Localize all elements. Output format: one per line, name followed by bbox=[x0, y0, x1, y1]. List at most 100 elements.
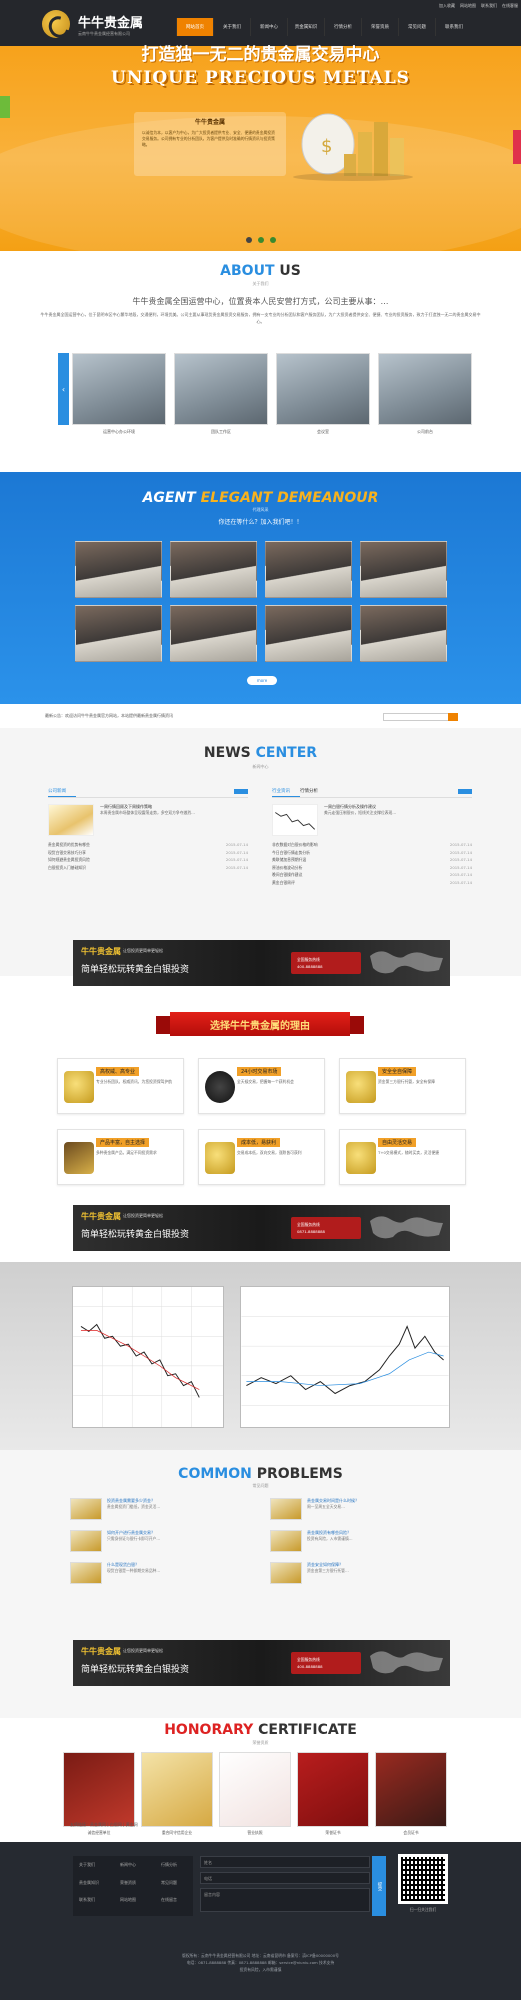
ad-banner[interactable]: 牛牛贵金属 让您投资更简单更轻松 简单轻松玩转黄金白银投资 全国服务热线 0871… bbox=[73, 1205, 450, 1251]
side-float-tab-left[interactable] bbox=[0, 96, 10, 118]
tab-industry-news[interactable]: 行业资讯 bbox=[272, 788, 300, 797]
reason-card[interactable]: 成本低，易获利 交易成本低，双向交易，涨跌皆可获利 bbox=[198, 1129, 325, 1185]
slider-dot[interactable] bbox=[246, 237, 252, 243]
news-item-title[interactable]: 晚间白银操作建议 bbox=[272, 872, 302, 880]
news-item-title[interactable]: 如何规避贵金属投资风险 bbox=[48, 857, 90, 865]
more-button[interactable] bbox=[234, 789, 248, 794]
news-item[interactable]: 贵金属投资的优势有哪些 2015-07-14 bbox=[48, 842, 248, 850]
faq-item[interactable]: 贵金属投资有哪些风险？ 投资有风险，入市需谨慎… bbox=[270, 1530, 455, 1554]
certificate-card[interactable]: 重合同守信用企业 bbox=[141, 1752, 213, 1836]
candlestick-chart-left[interactable] bbox=[72, 1286, 224, 1428]
nav-item-analysis[interactable]: 行情分析 bbox=[324, 18, 361, 36]
reason-card[interactable]: 自由灵活交易 T+0交易模式，随时买卖，灵活便捷 bbox=[339, 1129, 466, 1185]
search-input[interactable] bbox=[383, 713, 449, 721]
agent-photo[interactable] bbox=[170, 541, 257, 598]
agent-more-button[interactable]: more bbox=[247, 676, 277, 685]
news-item-title[interactable]: 现货白银交易技巧分享 bbox=[48, 850, 86, 858]
footer-link[interactable]: 关于我们 bbox=[79, 1862, 115, 1875]
nav-item-honor[interactable]: 荣誉资质 bbox=[361, 18, 398, 36]
carousel-prev-arrow[interactable]: ‹ bbox=[58, 353, 69, 425]
news-feature-title[interactable]: 一周行情回顾及下周操作策略 bbox=[100, 804, 152, 809]
nav-item-knowledge[interactable]: 贵金属知识 bbox=[287, 18, 324, 36]
agent-photo[interactable] bbox=[170, 605, 257, 662]
nav-item-faq[interactable]: 常见问题 bbox=[398, 18, 435, 36]
about-photo-card[interactable]: 运营中心办公环境 bbox=[72, 353, 166, 438]
footer-link[interactable]: 行情分析 bbox=[161, 1862, 197, 1875]
certificate-card[interactable]: 营业执照 bbox=[219, 1752, 291, 1836]
tab-market-analysis[interactable]: 行情分析 bbox=[300, 788, 328, 797]
side-float-tab-right[interactable] bbox=[513, 130, 521, 164]
slider-dot[interactable] bbox=[270, 237, 276, 243]
news-item-title[interactable]: 黄金白银周评 bbox=[272, 880, 295, 888]
agent-photo[interactable] bbox=[75, 541, 162, 598]
agent-photo[interactable] bbox=[75, 605, 162, 662]
nav-item-home[interactable]: 网站首页 bbox=[176, 18, 213, 36]
friend-links[interactable]: 友情链接：贵金属网 | 白银网 | 黄金网 bbox=[70, 1822, 138, 1828]
certificate-card[interactable]: 荣誉证书 bbox=[297, 1752, 369, 1836]
more-button[interactable] bbox=[458, 789, 472, 794]
news-item[interactable]: 现货白银交易技巧分享 2015-07-14 bbox=[48, 850, 248, 858]
news-item[interactable]: 美联储加息预期升温 2015-07-14 bbox=[272, 857, 472, 865]
message-field[interactable]: 留言内容 bbox=[200, 1888, 370, 1912]
news-feature[interactable]: 一周白银行情分析及操作建议 美元走强压制银价，短线关注支撑位表现… bbox=[272, 804, 472, 836]
about-photo-card[interactable]: 团队工作区 bbox=[174, 353, 268, 438]
top-link[interactable]: 在线客服 bbox=[502, 3, 518, 9]
reason-card[interactable]: 产品丰富，自主选择 多种贵金属产品，满足不同投资需求 bbox=[57, 1129, 184, 1185]
search-button[interactable] bbox=[448, 713, 458, 721]
news-item-title[interactable]: 贵金属投资的优势有哪些 bbox=[48, 842, 90, 850]
agent-photo[interactable] bbox=[265, 541, 352, 598]
faq-item[interactable]: 资金安全如何保障？ 资金由第三方银行托管… bbox=[270, 1562, 455, 1586]
footer-link[interactable]: 贵金属知识 bbox=[79, 1880, 115, 1893]
top-link[interactable]: 联系我们 bbox=[481, 3, 497, 9]
reason-card[interactable]: 24小时交易市场 全天候交易，把握每一个获利机会 bbox=[198, 1058, 325, 1114]
footer-link[interactable]: 网站地图 bbox=[120, 1897, 156, 1910]
about-photo-card[interactable]: 会议室 bbox=[276, 353, 370, 438]
nav-item-contact[interactable]: 联系我们 bbox=[435, 18, 472, 36]
submit-button[interactable]: 提交 bbox=[372, 1856, 386, 1916]
news-feature[interactable]: 一周行情回顾及下周操作策略 本周贵金属市场整体呈现震荡走势，多空双方争夺激烈… bbox=[48, 804, 248, 836]
ad-banner[interactable]: 牛牛贵金属 让您投资更简单更轻松 简单轻松玩转黄金白银投资 全国服务热线 400-… bbox=[73, 940, 450, 986]
news-item[interactable]: 黄金白银周评 2015-07-14 bbox=[272, 880, 472, 888]
name-field[interactable]: 姓名 bbox=[200, 1856, 370, 1868]
notice-text[interactable]: 最新公告：欢迎访问牛牛贵金属官方网站，本站提供最新贵金属行情资讯 bbox=[45, 713, 173, 719]
agent-photo[interactable] bbox=[360, 605, 447, 662]
reason-card[interactable]: 安全全自保障 资金第三方银行托管，安全有保障 bbox=[339, 1058, 466, 1114]
nav-item-news[interactable]: 新闻中心 bbox=[250, 18, 287, 36]
top-link[interactable]: 网站地图 bbox=[460, 3, 476, 9]
candlestick-chart-right[interactable] bbox=[240, 1286, 450, 1428]
news-item[interactable]: 如何规避贵金属投资风险 2015-07-14 bbox=[48, 857, 248, 865]
news-item-title[interactable]: 白银投资入门基础知识 bbox=[48, 865, 86, 873]
footer-link[interactable]: 荣誉资质 bbox=[120, 1880, 156, 1893]
news-feature-title[interactable]: 一周白银行情分析及操作建议 bbox=[324, 804, 376, 809]
footer-link[interactable]: 在线留言 bbox=[161, 1897, 197, 1910]
nav-item-about[interactable]: 关于我们 bbox=[213, 18, 250, 36]
news-item-title[interactable]: 非农数据对白银价格的影响 bbox=[272, 842, 318, 850]
reason-card[interactable]: 高权威、高专业 专业分析团队，权威资讯，为您投资保驾护航 bbox=[57, 1058, 184, 1114]
ad-banner[interactable]: 牛牛贵金属 让您投资更简单更轻松 简单轻松玩转黄金白银投资 全国服务热线 400-… bbox=[73, 1640, 450, 1686]
news-item[interactable]: 今日白银行情走势分析 2015-07-14 bbox=[272, 850, 472, 858]
faq-item[interactable]: 贵金属交易时间是什么时候？ 周一至周五全天交易… bbox=[270, 1498, 455, 1522]
tab-company-news[interactable]: 公司新闻 bbox=[48, 788, 76, 797]
news-item-title[interactable]: 今日白银行情走势分析 bbox=[272, 850, 310, 858]
logo-icon[interactable] bbox=[42, 10, 70, 38]
news-item[interactable]: 非农数据对白银价格的影响 2015-07-14 bbox=[272, 842, 472, 850]
footer-link[interactable]: 联系我们 bbox=[79, 1897, 115, 1910]
slider-dot-active[interactable] bbox=[258, 237, 264, 243]
news-item-title[interactable]: 美联储加息预期升温 bbox=[272, 857, 306, 865]
certificate-card[interactable]: 会员证书 bbox=[375, 1752, 447, 1836]
agent-photo[interactable] bbox=[360, 541, 447, 598]
news-item[interactable]: 晚间白银操作建议 2015-07-14 bbox=[272, 872, 472, 880]
top-link[interactable]: 加入收藏 bbox=[439, 3, 455, 9]
about-photo-card[interactable]: 公司前台 bbox=[378, 353, 472, 438]
phone-field[interactable]: 电话 bbox=[200, 1872, 370, 1884]
news-item[interactable]: 白银投资入门基础知识 2015-07-14 bbox=[48, 865, 248, 873]
brand-name[interactable]: 牛牛贵金属 bbox=[78, 12, 143, 31]
news-item[interactable]: 原油价格波动分析 2015-07-14 bbox=[272, 865, 472, 873]
footer-link[interactable]: 常见问题 bbox=[161, 1880, 197, 1893]
faq-item[interactable]: 如何开户进行贵金属交易？ 只需身份证与银行卡即可开户… bbox=[70, 1530, 255, 1554]
news-item-title[interactable]: 原油价格波动分析 bbox=[272, 865, 302, 873]
footer-link[interactable]: 新闻中心 bbox=[120, 1862, 156, 1875]
faq-item[interactable]: 什么是现货白银？ 现货白银是一种即期交易品种… bbox=[70, 1562, 255, 1586]
agent-photo[interactable] bbox=[265, 605, 352, 662]
faq-item[interactable]: 投资贵金属需要多少资金？ 贵金属投资门槛低，资金灵活… bbox=[70, 1498, 255, 1522]
